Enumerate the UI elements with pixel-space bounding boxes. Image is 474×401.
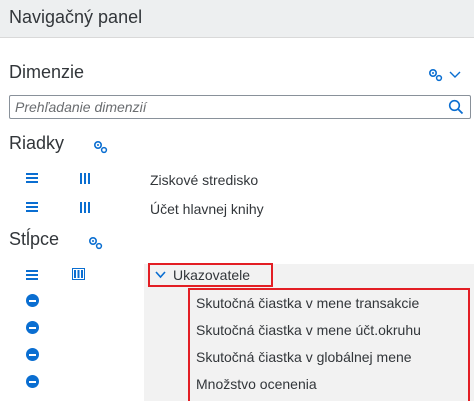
measures-node-label: Ukazovatele [173,267,251,283]
search-input[interactable] [15,96,435,118]
minus-circle-icon[interactable] [26,348,39,361]
row-item-gl-account[interactable]: Účet hlavnej knihy [0,196,474,222]
measures-list-highlight: Skutočná čiastka v mene transakcie Skuto… [188,288,470,401]
measures-node-highlight[interactable]: Ukazovatele [148,263,273,287]
panel-title: Navigačný panel [9,7,143,27]
rows-title: Riadky [9,133,65,153]
measure-item[interactable]: Skutočná čiastka v globálnej mene [196,349,412,365]
minus-circle-icon[interactable] [26,321,39,334]
columns-settings-gear-icon[interactable] [88,236,104,250]
column-bars-icon [80,202,90,213]
chevron-down-icon [449,71,461,78]
row-item-label: Účet hlavnej knihy [150,201,264,217]
measure-item[interactable]: Skutočná čiastka v mene transakcie [196,295,419,311]
settings-gear-icon [428,68,443,82]
column-bars-icon [80,173,90,184]
rows-settings-gear-icon[interactable] [93,140,109,154]
drag-handle-icon[interactable] [26,173,38,185]
row-item-label: Ziskové stredisko [150,172,259,188]
drag-handle-icon[interactable] [26,270,38,282]
measure-item[interactable]: Skutočná čiastka v mene účt.okruhu [196,322,421,338]
minus-circle-icon[interactable] [26,375,39,388]
dimension-search-field[interactable] [9,95,471,119]
search-icon[interactable] [448,99,464,115]
minus-circle-icon[interactable] [26,294,39,307]
measure-item[interactable]: Množstvo ocenenia [196,376,317,392]
drag-handle-icon[interactable] [26,202,38,214]
chevron-down-icon[interactable] [155,271,166,279]
column-table-icon [72,268,85,280]
row-item-profit-center[interactable]: Ziskové stredisko [0,167,474,193]
dimensions-title: Dimenzie [9,62,85,82]
columns-title: Stĺpce [9,229,60,249]
dimensions-settings-button[interactable] [428,67,468,83]
navigation-panel-header: Navigačný panel [0,0,474,38]
